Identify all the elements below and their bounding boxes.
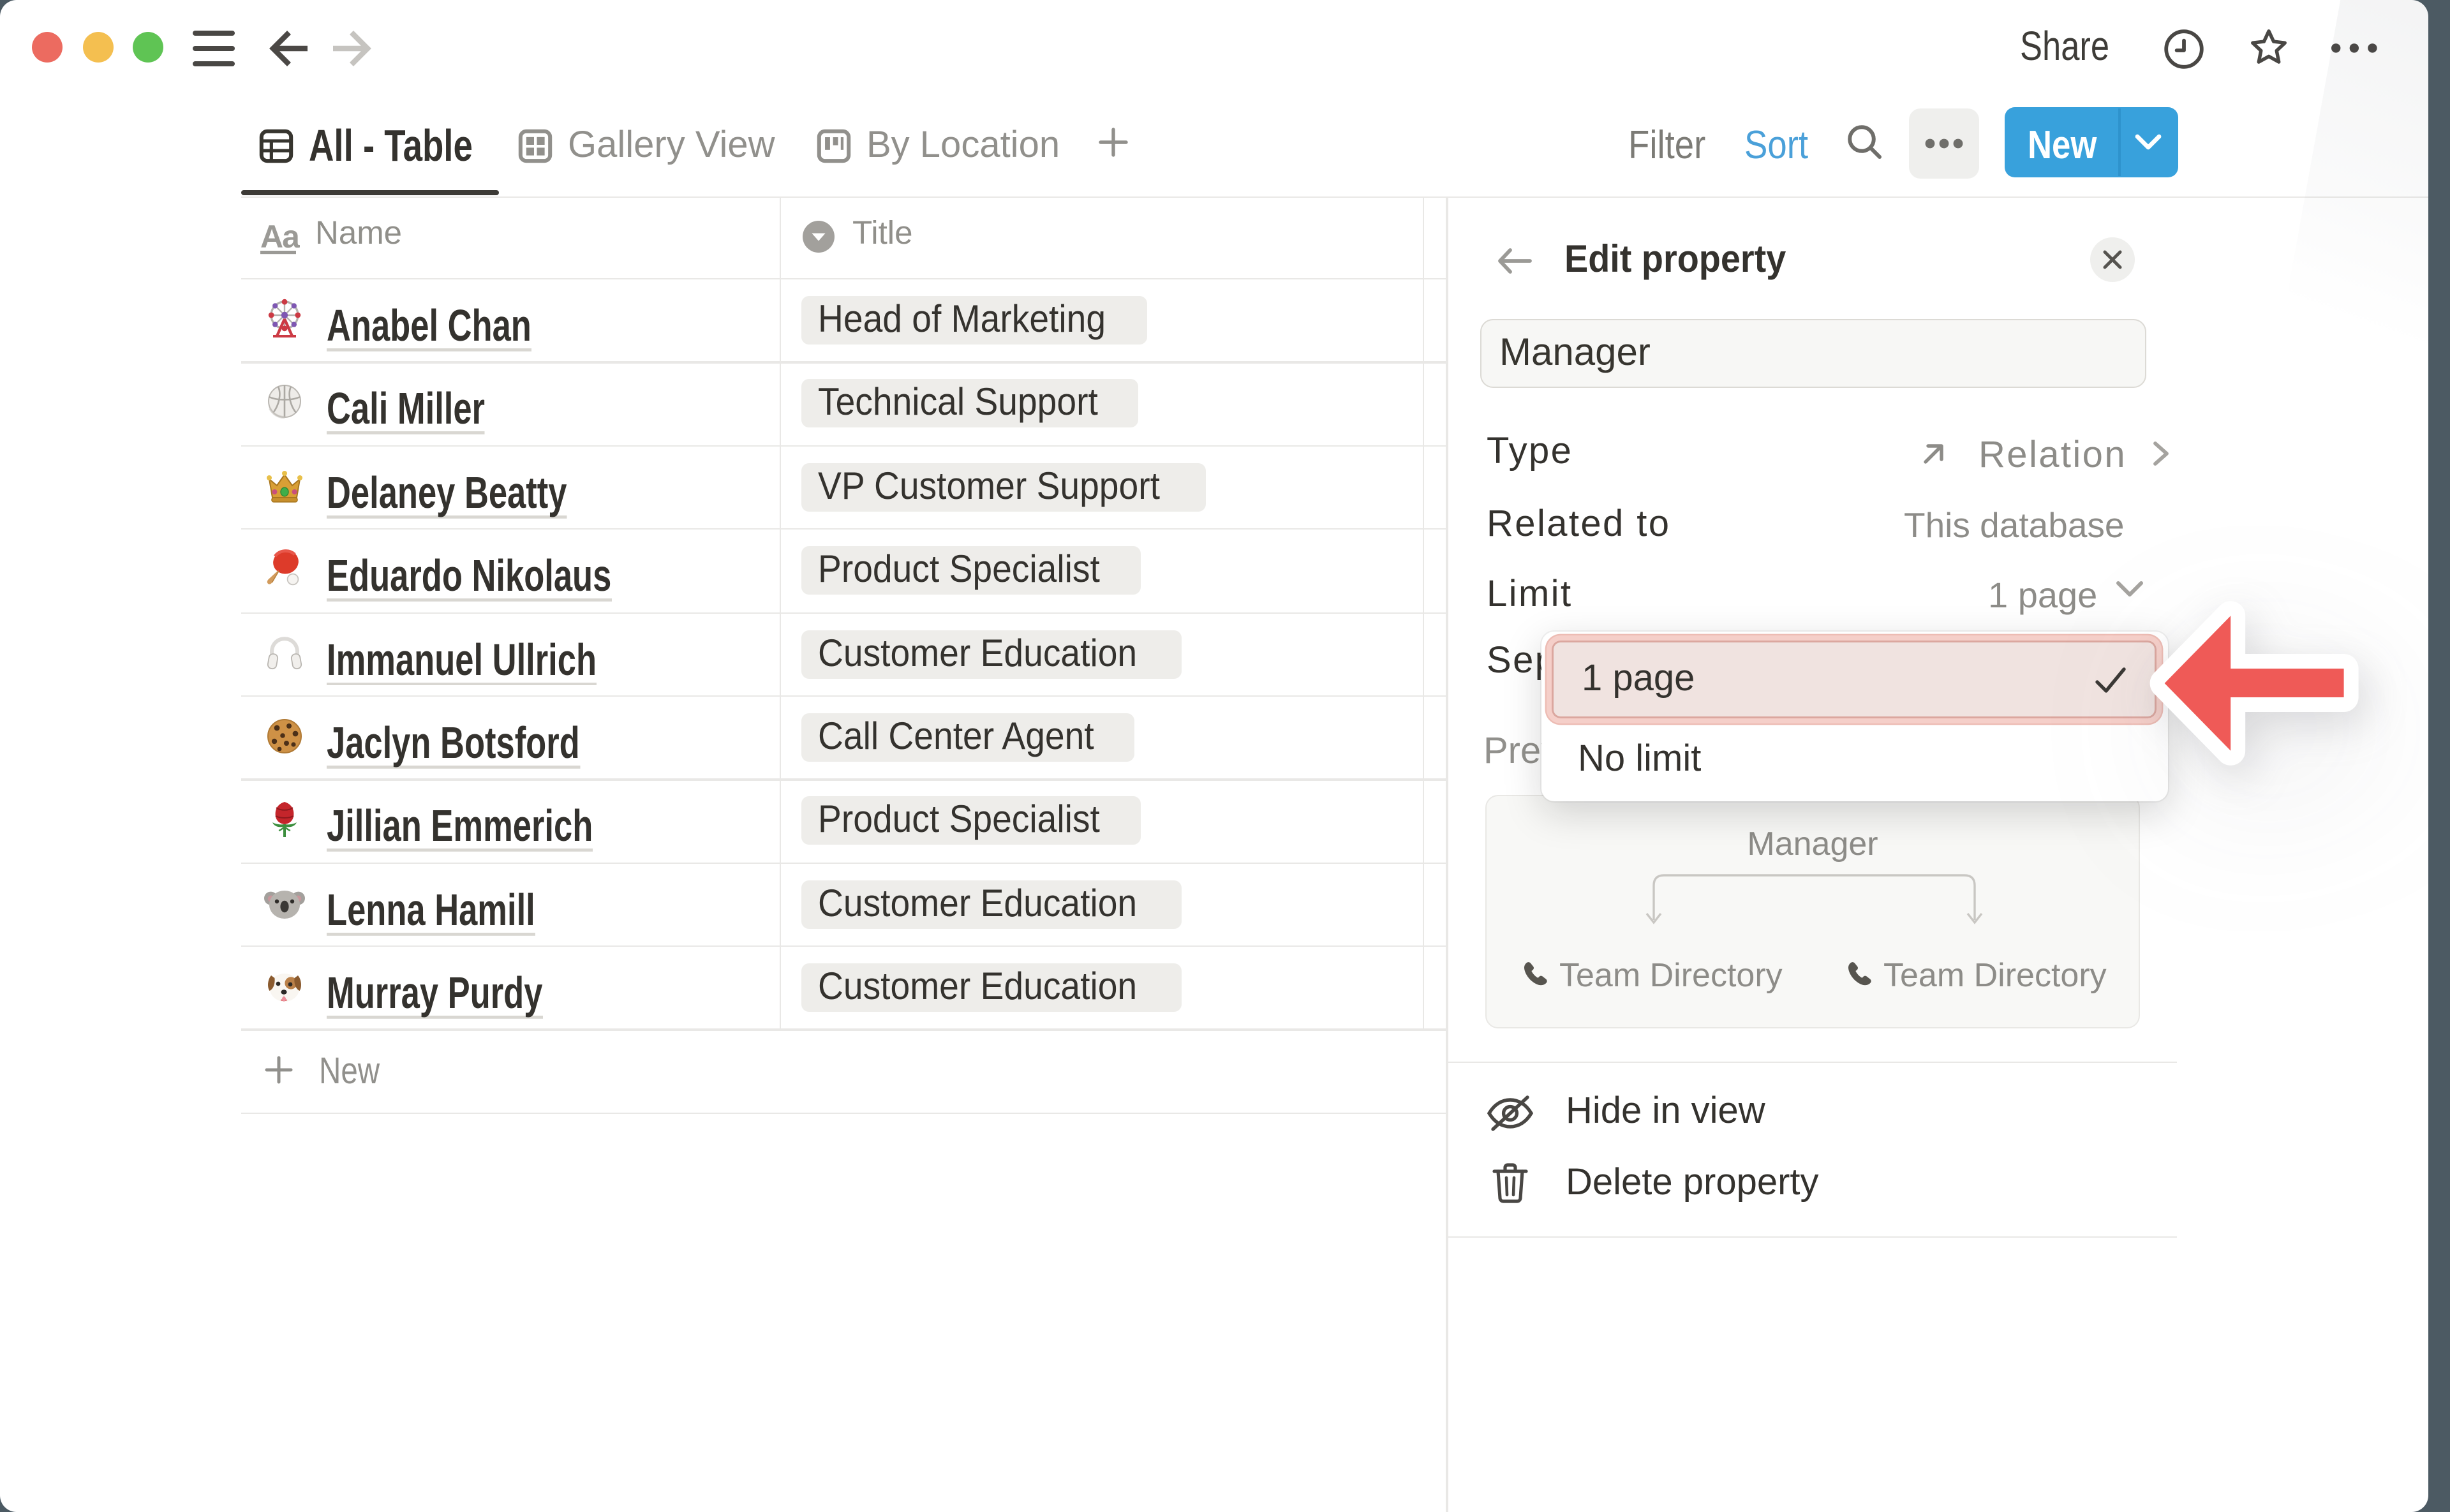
svg-text:Aa: Aa (260, 219, 300, 255)
